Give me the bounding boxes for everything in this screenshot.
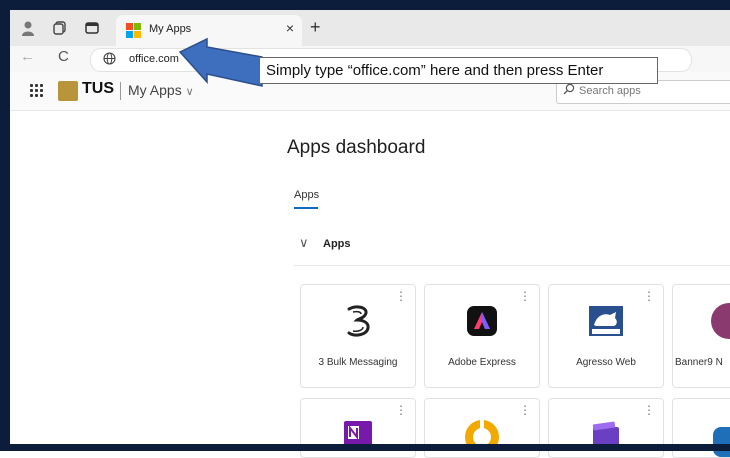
instruction-callout: Simply type “office.com” here and then p…: [259, 57, 658, 84]
frame-border: [0, 444, 730, 451]
screen: My Apps × + ← C office.com TUS My Apps ∨…: [0, 0, 730, 458]
callout-text: Simply type “office.com” here and then p…: [266, 62, 604, 79]
